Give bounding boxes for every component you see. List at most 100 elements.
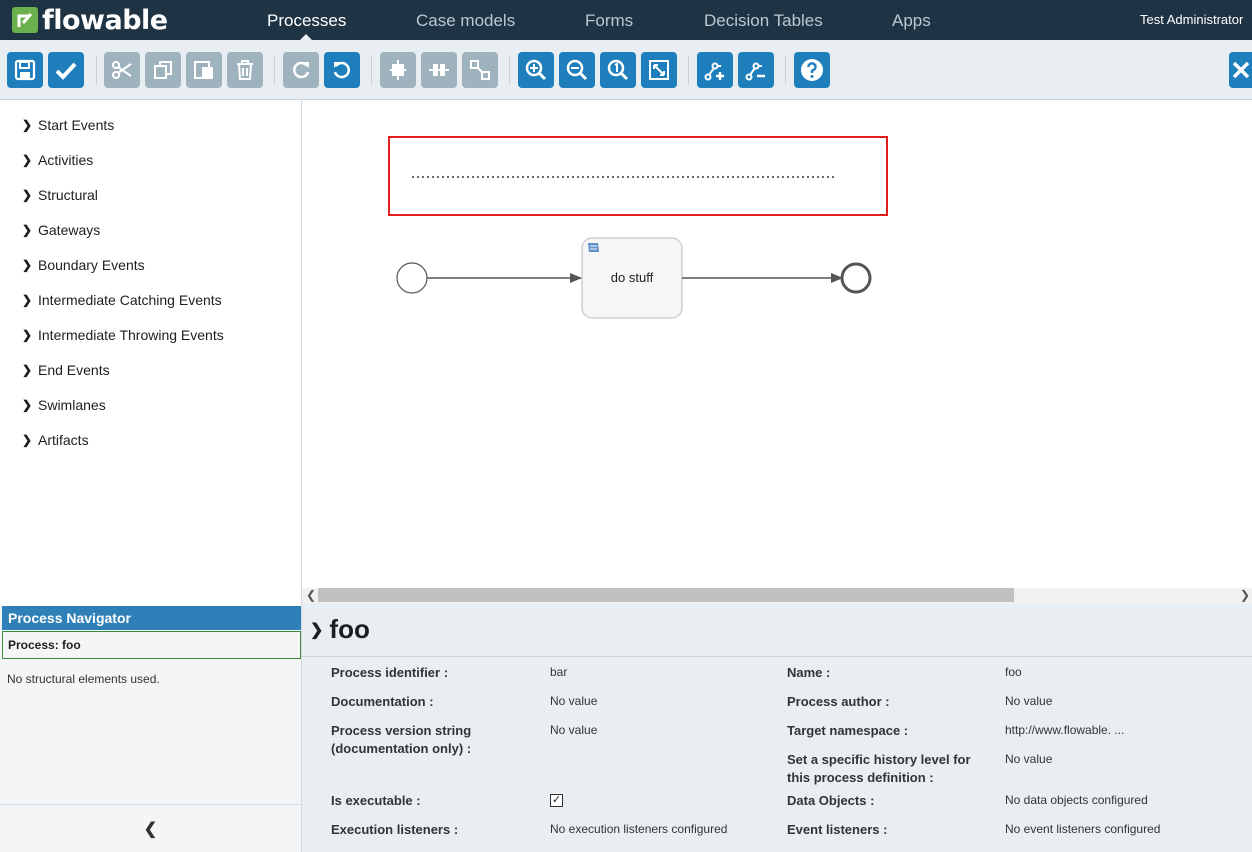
add-bendpoint-button[interactable] [697, 52, 733, 88]
zoom-actual-icon [607, 59, 629, 81]
navigator-process-item[interactable]: Process: foo [2, 631, 301, 659]
prop-process-author-label: Process author : [787, 694, 890, 709]
delete-button[interactable] [227, 52, 263, 88]
same-size-button[interactable] [462, 52, 498, 88]
chevron-down-icon: ❯ [310, 621, 324, 639]
redo-button[interactable] [283, 52, 319, 88]
copy-button[interactable] [145, 52, 181, 88]
palette-group-start-events[interactable]: ❯ Start Events [22, 117, 114, 133]
flowable-logo[interactable]: flowable [12, 4, 168, 36]
prop-name-value[interactable]: foo [1005, 665, 1022, 679]
prop-execution-listeners-value[interactable]: No execution listeners configured [550, 822, 727, 836]
canvas-horizontal-scrollbar[interactable]: ❮ ❯ [302, 588, 1252, 604]
palette-group-swimlanes[interactable]: ❯ Swimlanes [22, 397, 106, 413]
chevron-left-icon: ❮ [143, 820, 158, 838]
prop-data-objects-value[interactable]: No data objects configured [1005, 793, 1148, 807]
nav-apps[interactable]: Apps [892, 11, 931, 31]
palette-group-label: Intermediate Catching Events [38, 292, 222, 308]
properties-header[interactable]: ❯ foo [310, 614, 370, 645]
palette-group-boundary-events[interactable]: ❯ Boundary Events [22, 257, 145, 273]
palette-group-artifacts[interactable]: ❯ Artifacts [22, 432, 89, 448]
nav-processes[interactable]: Processes [267, 11, 346, 31]
logo-text: flowable [42, 4, 168, 36]
toolbar-separator [274, 56, 275, 84]
zoom-out-button[interactable] [559, 52, 595, 88]
bpmn-diagram: do stuff [388, 136, 888, 319]
paste-button[interactable] [186, 52, 222, 88]
palette-group-intermediate-throwing-events[interactable]: ❯ Intermediate Throwing Events [22, 327, 224, 343]
palette-group-label: Boundary Events [38, 257, 145, 273]
top-navbar: flowable Processes Case models Forms Dec… [0, 0, 1252, 40]
palette-group-label: Intermediate Throwing Events [38, 327, 224, 343]
palette-group-end-events[interactable]: ❯ End Events [22, 362, 110, 378]
scrollbar-thumb[interactable] [318, 588, 1014, 602]
align-vertical-button[interactable] [421, 52, 457, 88]
collapse-panel-button[interactable]: ❮ [0, 804, 301, 852]
align-horizontal-button[interactable] [380, 52, 416, 88]
text-annotation-selected[interactable] [388, 136, 888, 216]
remove-bendpoint-button[interactable] [738, 52, 774, 88]
editor-toolbar [0, 40, 1252, 100]
end-event[interactable] [840, 262, 872, 294]
palette-group-label: Swimlanes [38, 397, 106, 413]
prop-is-executable-label: Is executable : [331, 793, 421, 808]
start-event[interactable] [396, 262, 428, 294]
help-button[interactable] [794, 52, 830, 88]
undo-icon [333, 61, 350, 79]
diagram-canvas[interactable]: do stuff [302, 100, 1252, 588]
zoom-actual-button[interactable] [600, 52, 636, 88]
flowable-logo-icon [12, 7, 38, 33]
divider [302, 656, 1252, 657]
chevron-right-icon: ❯ [22, 363, 33, 377]
prop-process-identifier-value[interactable]: bar [550, 665, 567, 679]
chevron-right-icon: ❯ [22, 223, 33, 237]
prop-target-namespace-label: Target namespace : [787, 723, 909, 738]
scroll-left-icon[interactable]: ❮ [306, 588, 316, 602]
palette-group-structural[interactable]: ❯ Structural [22, 187, 98, 203]
zoom-fit-button[interactable] [641, 52, 677, 88]
chevron-right-icon: ❯ [22, 258, 33, 272]
palette-group-label: Gateways [38, 222, 101, 238]
user-task-do-stuff[interactable]: do stuff [581, 237, 683, 319]
validate-button[interactable] [48, 52, 84, 88]
prop-execution-listeners-label: Execution listeners : [331, 822, 459, 837]
prop-data-objects-label: Data Objects : [787, 793, 875, 808]
toolbar-separator [785, 56, 786, 84]
save-button[interactable] [7, 52, 43, 88]
is-executable-checkbox[interactable]: ✓ [550, 794, 563, 807]
prop-process-author-value[interactable]: No value [1005, 694, 1052, 708]
nav-decision-tables[interactable]: Decision Tables [704, 11, 823, 31]
palette-group-gateways[interactable]: ❯ Gateways [22, 222, 100, 238]
remove-bendpoint-icon [745, 62, 765, 81]
prop-name-label: Name : [787, 665, 831, 680]
nav-forms[interactable]: Forms [585, 11, 633, 31]
delete-icon [237, 60, 253, 80]
prop-event-listeners-label: Event listeners : [787, 822, 888, 837]
prop-history-level-label: Set a specific history level for this pr… [787, 752, 971, 785]
process-navigator: Process Navigator Process: foo No struct… [0, 606, 302, 852]
zoom-in-button[interactable] [518, 52, 554, 88]
close-editor-button[interactable] [1229, 52, 1252, 88]
zoom-fit-icon [649, 60, 669, 80]
cut-button[interactable] [104, 52, 140, 88]
palette-group-intermediate-catching-events[interactable]: ❯ Intermediate Catching Events [22, 292, 222, 308]
save-icon [14, 59, 36, 81]
user-menu[interactable]: Test Administrator [1140, 12, 1252, 27]
toolbar-separator [96, 56, 97, 84]
prop-documentation-value[interactable]: No value [550, 694, 597, 708]
paste-icon [194, 61, 213, 79]
prop-process-identifier-label: Process identifier : [331, 665, 449, 680]
undo-button[interactable] [324, 52, 360, 88]
palette-group-label: Artifacts [38, 432, 89, 448]
close-icon [1232, 61, 1249, 79]
toolbar-separator [509, 56, 510, 84]
prop-version-string-value[interactable]: No value [550, 723, 597, 737]
palette-group-activities[interactable]: ❯ Activities [22, 152, 93, 168]
prop-target-namespace-value[interactable]: http://www.flowable. ... [1005, 723, 1124, 737]
nav-case-models[interactable]: Case models [416, 11, 515, 31]
scroll-right-icon[interactable]: ❯ [1240, 588, 1250, 602]
prop-event-listeners-value[interactable]: No event listeners configured [1005, 822, 1160, 836]
navigator-empty-message: No structural elements used. [7, 672, 160, 686]
chevron-right-icon: ❯ [22, 293, 33, 307]
prop-history-level-value[interactable]: No value [1005, 752, 1052, 766]
